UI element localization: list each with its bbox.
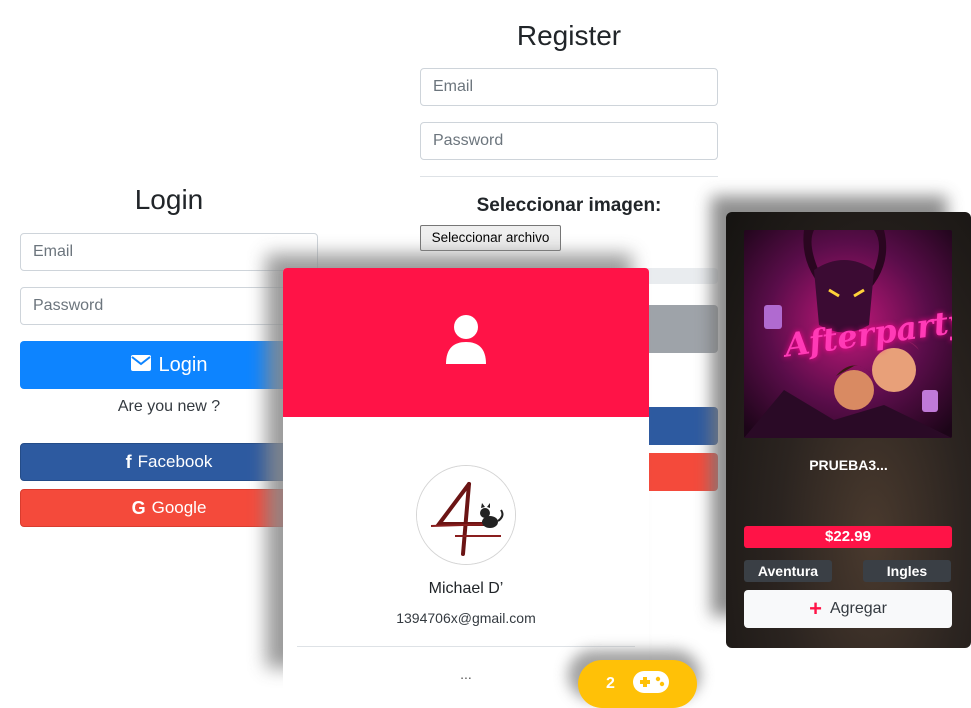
- login-title: Login: [134, 184, 204, 215]
- cart-button[interactable]: 2: [578, 660, 697, 708]
- genre-badge: Aventura: [744, 560, 832, 582]
- profile-header: [283, 268, 649, 417]
- register-email-input[interactable]: [420, 68, 718, 106]
- register-divider: [420, 176, 718, 177]
- gamepad-icon: [632, 670, 669, 698]
- file-select-button[interactable]: Seleccionar archivo: [420, 225, 561, 251]
- facebook-icon: f: [125, 451, 132, 472]
- envelope-icon: [130, 354, 151, 377]
- user-icon: [444, 314, 488, 371]
- game-card: Afterparty PRUEBA3... $22.99 Aventura In…: [726, 212, 971, 648]
- register-title: Register: [516, 20, 622, 51]
- cart-count: 2: [606, 675, 615, 692]
- profile-card: Michael D’ 1394706x@gmail.com ...: [283, 268, 649, 708]
- google-button-label: Google: [151, 498, 207, 517]
- profile-name: Michael D’: [428, 580, 504, 597]
- price-badge: $22.99: [744, 526, 952, 548]
- game-title: PRUEBA3...: [809, 457, 888, 473]
- login-button-label: Login: [158, 353, 208, 376]
- add-to-cart-button[interactable]: + Agregar: [744, 590, 952, 628]
- google-icon: G: [131, 497, 146, 518]
- avatar[interactable]: [416, 465, 516, 565]
- game-cover-image[interactable]: Afterparty: [744, 230, 952, 438]
- register-password-input[interactable]: [420, 122, 718, 160]
- image-select-label: Seleccionar imagen:: [476, 195, 662, 216]
- facebook-button-label: Facebook: [137, 452, 213, 471]
- plus-icon: +: [809, 596, 822, 621]
- add-button-label: Agregar: [829, 600, 887, 617]
- profile-email: 1394706x@gmail.com: [396, 610, 536, 626]
- language-badge: Ingles: [863, 560, 951, 582]
- profile-divider: [297, 646, 635, 647]
